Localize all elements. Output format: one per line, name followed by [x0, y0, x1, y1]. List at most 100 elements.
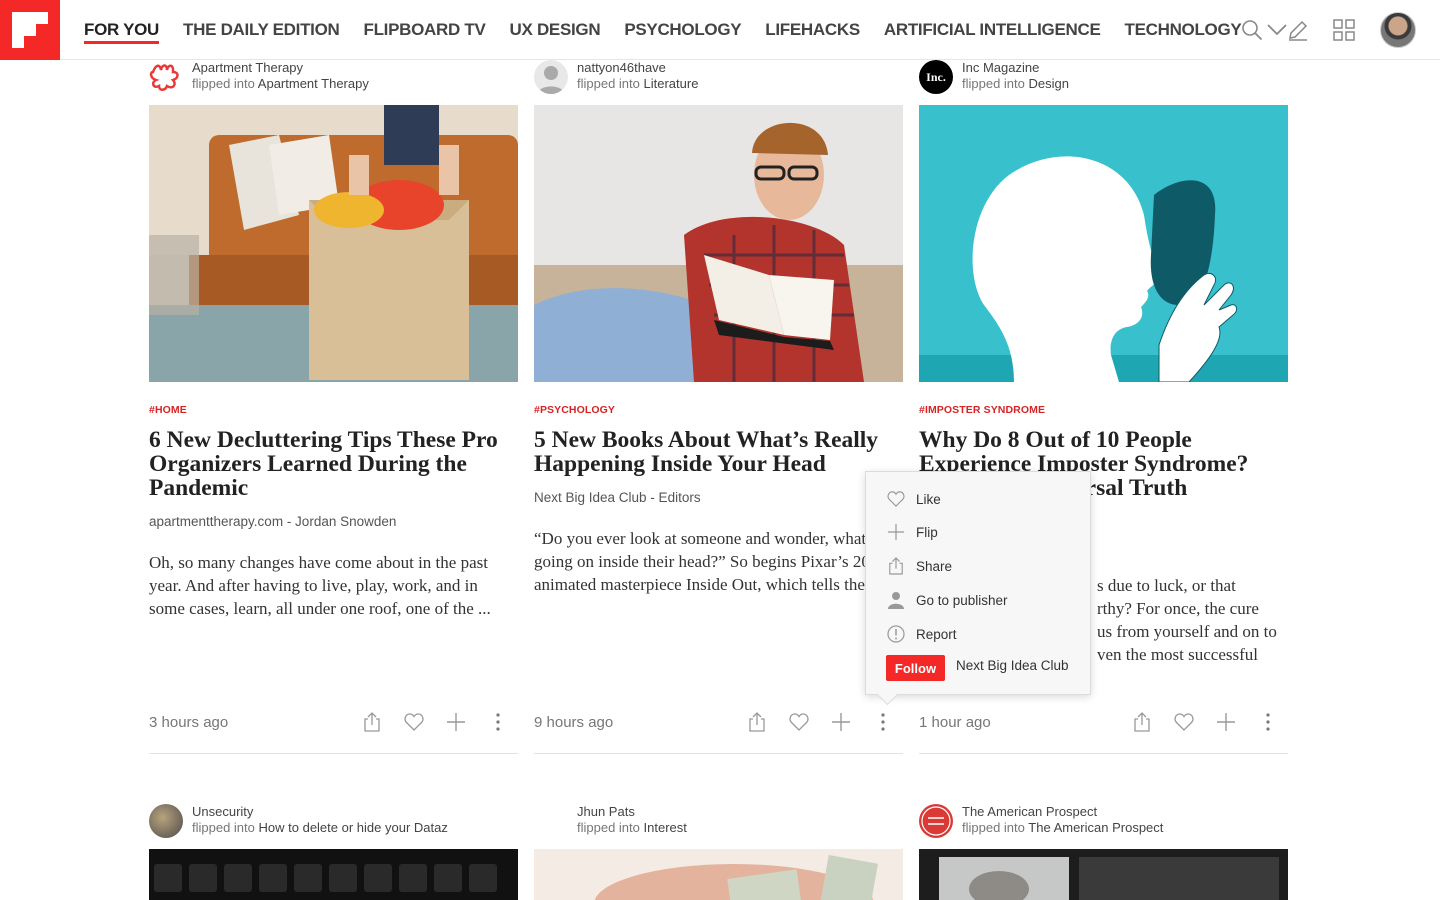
excerpt-line: s due to luck, or that — [1097, 576, 1236, 595]
flipped-into: flipped into Apartment Therapy — [192, 76, 369, 92]
menu-item-flip[interactable]: Flip — [886, 520, 938, 544]
grid-icon[interactable] — [1332, 18, 1356, 42]
section-tabs: FOR YOU THE DAILY EDITION FLIPBOARD TV U… — [84, 0, 1289, 60]
magazine-link[interactable]: Literature — [644, 76, 699, 91]
flipped-prefix: flipped into — [962, 820, 1025, 835]
menu-item-label: Report — [916, 626, 957, 642]
flipboard-logo[interactable] — [0, 0, 60, 60]
card-footer: 3 hours ago — [149, 708, 518, 754]
card-options-menu: Like Flip Share Go to publisher Report F… — [865, 471, 1091, 695]
heart-icon — [886, 489, 906, 509]
flipped-into: flipped into Literature — [577, 76, 698, 92]
tab-artificial-intelligence[interactable]: ARTIFICIAL INTELLIGENCE — [884, 0, 1101, 60]
user-avatar[interactable] — [1380, 12, 1416, 48]
unsecurity-avatar[interactable] — [149, 804, 183, 838]
article-card: Jhun Pats flipped into Interest — [534, 804, 903, 900]
source-name[interactable]: nattyon46thave — [577, 60, 666, 76]
pencil-icon[interactable] — [1286, 18, 1310, 42]
card-attribution: Apartment Therapy flipped into Apartment… — [149, 60, 518, 96]
flipped-prefix: flipped into — [192, 820, 255, 835]
source-name[interactable]: Apartment Therapy — [192, 60, 303, 76]
menu-item-share[interactable]: Share — [886, 554, 952, 578]
magazine-link[interactable]: Interest — [644, 820, 687, 835]
tab-lifehacks[interactable]: LIFEHACKS — [765, 0, 860, 60]
top-bar: FOR YOU THE DAILY EDITION FLIPBOARD TV U… — [0, 0, 1440, 60]
flipped-into: flipped into How to delete or hide your … — [192, 820, 448, 836]
magazine-link[interactable]: The American Prospect — [1028, 820, 1163, 835]
share-icon — [886, 556, 906, 576]
flipped-into: flipped into Interest — [577, 820, 687, 836]
menu-item-label: Share — [916, 558, 953, 574]
heart-icon[interactable] — [1172, 710, 1196, 734]
source-name[interactable]: Inc Magazine — [962, 60, 1039, 76]
card-actions — [342, 710, 510, 734]
inc-magazine-logo[interactable]: Inc. — [919, 60, 953, 94]
tab-daily-edition[interactable]: THE DAILY EDITION — [183, 0, 340, 60]
plus-icon[interactable] — [829, 710, 853, 734]
topic-tag[interactable]: #HOME — [149, 404, 187, 416]
timestamp: 9 hours ago — [534, 714, 614, 731]
menu-item-report[interactable]: Report — [886, 622, 957, 646]
heart-icon[interactable] — [787, 710, 811, 734]
menu-item-label: Go to publisher — [916, 592, 1008, 608]
magazine-link[interactable]: Apartment Therapy — [258, 76, 369, 91]
menu-item-go-to-publisher[interactable]: Go to publisher — [886, 588, 1008, 612]
plus-icon[interactable] — [444, 710, 468, 734]
share-icon[interactable] — [1130, 710, 1154, 734]
search-icon[interactable] — [1240, 18, 1264, 42]
american-prospect-logo[interactable] — [919, 804, 953, 838]
excerpt-line: ven the most successful — [1097, 645, 1258, 664]
article-byline: apartmenttherapy.com - Jordan Snowden — [149, 514, 397, 529]
share-icon[interactable] — [745, 710, 769, 734]
article-image[interactable] — [534, 849, 903, 900]
source-name[interactable]: Unsecurity — [192, 804, 253, 820]
article-image[interactable] — [149, 105, 518, 382]
heart-icon[interactable] — [402, 710, 426, 734]
magazine-link[interactable]: Design — [1029, 76, 1069, 91]
plus-icon — [886, 522, 906, 542]
card-attribution: Jhun Pats flipped into Interest — [534, 804, 903, 840]
flipped-prefix: flipped into — [192, 76, 255, 91]
article-card: Unsecurity flipped into How to delete or… — [149, 804, 518, 900]
tab-ux-design[interactable]: UX DESIGN — [510, 0, 601, 60]
follow-button[interactable]: Follow — [886, 655, 945, 681]
more-vertical-icon[interactable] — [1256, 710, 1280, 734]
card-actions — [727, 710, 895, 734]
tab-for-you[interactable]: FOR YOU — [84, 0, 159, 60]
plus-icon[interactable] — [1214, 710, 1238, 734]
more-vertical-icon[interactable] — [871, 710, 895, 734]
flipped-prefix: flipped into — [577, 76, 640, 91]
article-image[interactable] — [149, 849, 518, 900]
article-image[interactable] — [919, 849, 1288, 900]
menu-item-label: Like — [916, 491, 941, 507]
alert-icon — [886, 624, 906, 644]
tab-flipboard-tv[interactable]: FLIPBOARD TV — [363, 0, 485, 60]
magazine-link[interactable]: How to delete or hide your Dataz — [259, 820, 448, 835]
flipped-prefix: flipped into — [962, 76, 1025, 91]
article-card: nattyon46thave flipped into Literature #… — [534, 60, 903, 760]
card-attribution: Inc. Inc Magazine flipped into Design — [919, 60, 1288, 96]
menu-item-like[interactable]: Like — [886, 487, 941, 511]
topic-tag[interactable]: #PSYCHOLOGY — [534, 404, 615, 416]
tab-psychology[interactable]: PSYCHOLOGY — [624, 0, 741, 60]
article-title[interactable]: 6 New Decluttering Tips These Pro Organi… — [149, 428, 518, 500]
share-icon[interactable] — [360, 710, 384, 734]
timestamp: 1 hour ago — [919, 714, 991, 731]
more-vertical-icon[interactable] — [486, 710, 510, 734]
article-byline[interactable]: Next Big Idea Club - Editors — [534, 490, 701, 505]
flipped-into: flipped into The American Prospect — [962, 820, 1163, 836]
source-name[interactable]: Jhun Pats — [577, 804, 635, 820]
inc-logo-text: Inc. — [926, 69, 946, 84]
source-name[interactable]: The American Prospect — [962, 804, 1097, 820]
article-title[interactable]: 5 New Books About What’s Really Happenin… — [534, 428, 903, 476]
menu-item-label: Flip — [916, 524, 938, 540]
article-card: Apartment Therapy flipped into Apartment… — [149, 60, 518, 760]
topic-tag[interactable]: #IMPOSTER SYNDROME — [919, 404, 1045, 416]
article-image[interactable] — [919, 105, 1288, 382]
follow-publisher-name[interactable]: Next Big Idea Club — [956, 658, 1069, 673]
user-avatar-icon[interactable] — [534, 60, 568, 94]
apartment-therapy-logo[interactable] — [149, 60, 183, 94]
article-image[interactable] — [534, 105, 903, 382]
card-footer: 9 hours ago — [534, 708, 903, 754]
excerpt-line: us from yourself and on to — [1097, 622, 1277, 641]
